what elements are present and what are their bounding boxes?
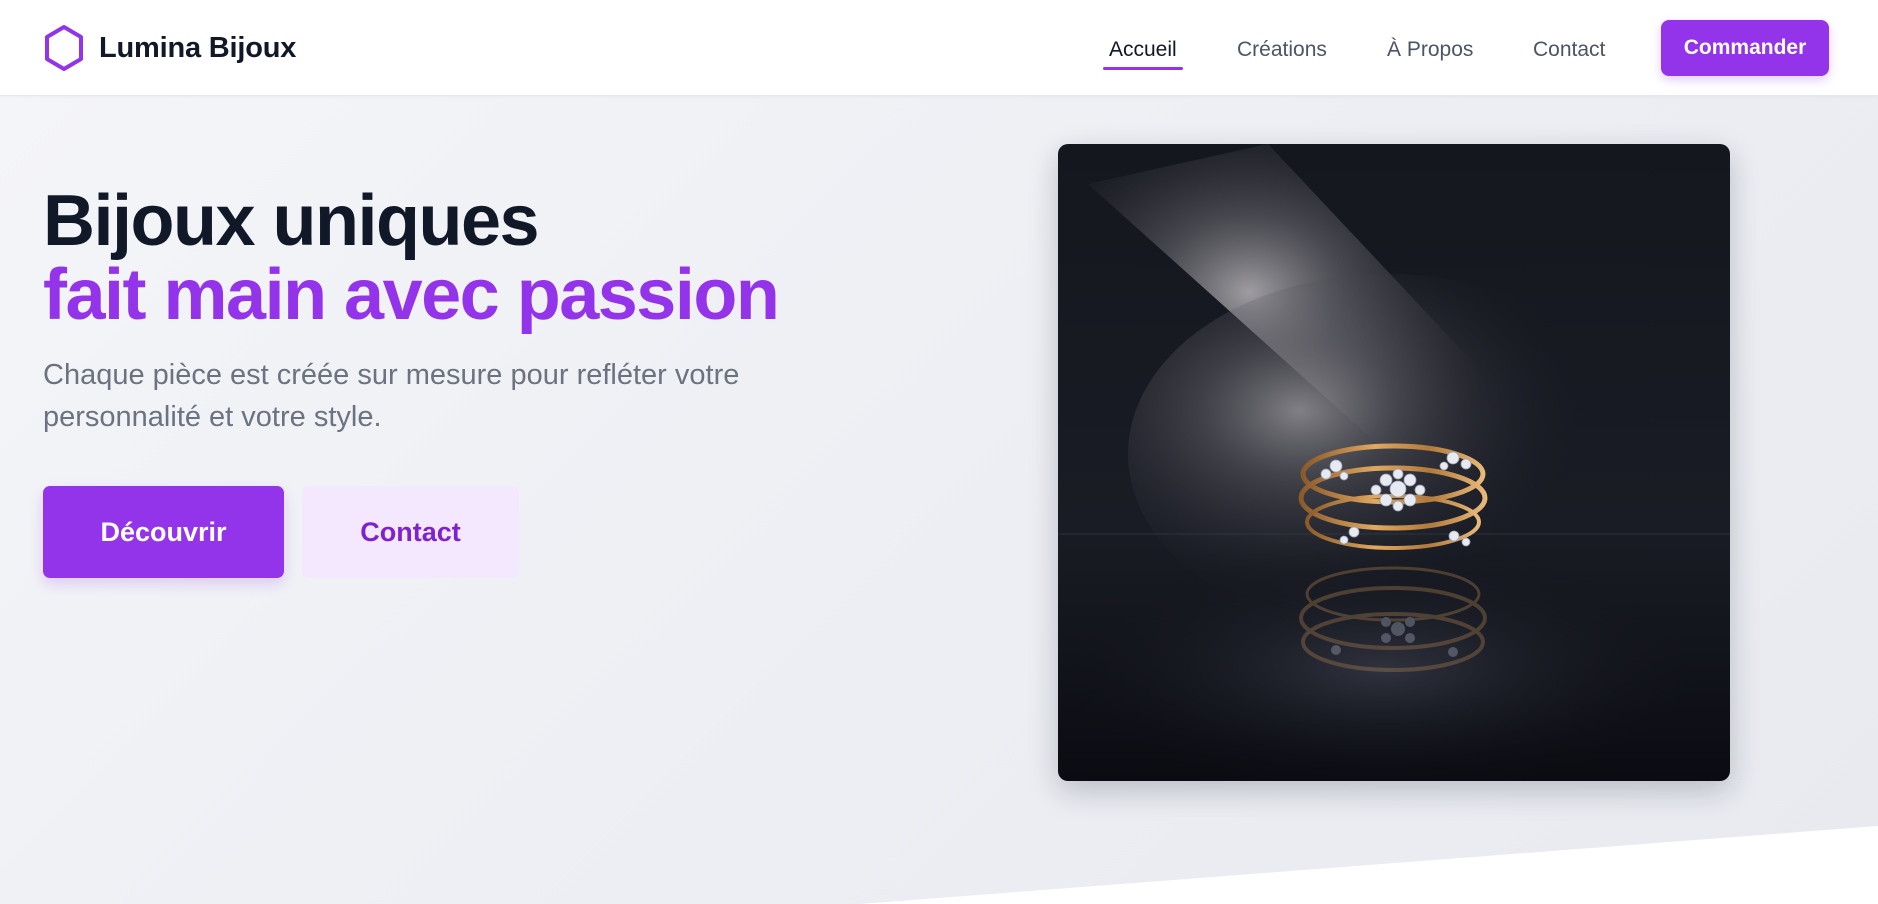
- navbar: Lumina Bijoux Accueil Créations À Propos…: [0, 0, 1878, 96]
- nav-link-contact[interactable]: Contact: [1533, 38, 1605, 62]
- brand-logo[interactable]: Lumina Bijoux: [43, 24, 296, 72]
- hero-title-line2: fait main avec passion: [43, 255, 780, 335]
- commander-button[interactable]: Commander: [1661, 20, 1829, 76]
- contact-button[interactable]: Contact: [302, 486, 519, 578]
- nav-link-accueil[interactable]: Accueil: [1103, 38, 1183, 70]
- hexagon-logo-icon: [45, 25, 83, 71]
- product-image: [1058, 144, 1730, 781]
- hero-section: Bijoux uniques fait main avec passion Ch…: [0, 96, 1878, 904]
- nav-link-a-propos[interactable]: À Propos: [1387, 38, 1473, 62]
- hero-title: Bijoux uniques fait main avec passion: [43, 181, 780, 335]
- hero-description: Chaque pièce est créée sur mesure pour r…: [43, 359, 740, 433]
- nav-link-creations[interactable]: Créations: [1237, 38, 1327, 62]
- discover-button[interactable]: Découvrir: [43, 486, 284, 578]
- brand-name: Lumina Bijoux: [99, 31, 297, 64]
- ring-photo: [1058, 144, 1730, 781]
- hero-title-line1: Bijoux uniques: [43, 181, 540, 261]
